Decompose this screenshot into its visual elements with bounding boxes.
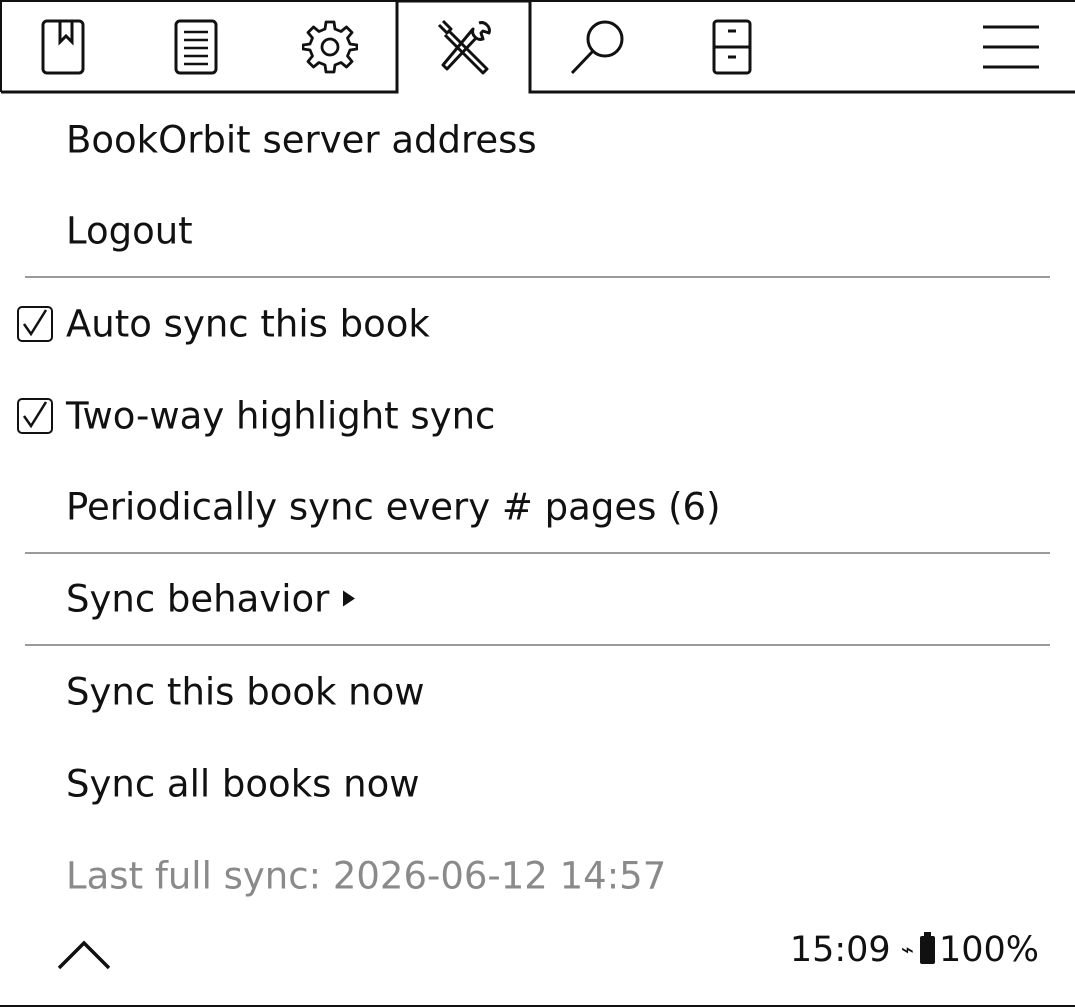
tab-tools[interactable] <box>420 0 510 94</box>
menu-item-sync-behavior[interactable]: Sync behavior <box>25 554 1050 646</box>
submenu-arrow-icon <box>343 590 356 606</box>
tab-bookmark[interactable] <box>20 0 106 94</box>
footer-bar: 15:09 ⌁ 100% <box>0 912 1075 1007</box>
menu-item-label: Sync this book now <box>66 670 425 714</box>
file-cabinet-icon <box>712 19 752 75</box>
menu-item-logout[interactable]: Logout <box>25 186 1050 278</box>
menu-item-server-address[interactable]: BookOrbit server address <box>0 94 1075 186</box>
gear-icon <box>302 20 358 74</box>
menu-item-periodic-sync[interactable]: Periodically sync every # pages (6) <box>25 462 1050 554</box>
tab-toc[interactable] <box>153 0 239 94</box>
status-area: 15:09 ⌁ 100% <box>790 930 1039 970</box>
menu-item-sync-all-books-now[interactable]: Sync all books now <box>0 738 1075 830</box>
checkbox-checked-icon <box>17 306 53 342</box>
battery-icon <box>919 932 935 964</box>
menu-item-label-wrap: Sync behavior <box>66 577 356 621</box>
menu-item-last-full-sync: Last full sync: 2026-06-12 14:57 <box>0 830 1075 922</box>
menu-item-label: Sync behavior <box>66 577 330 621</box>
chevron-up-icon[interactable] <box>56 934 112 974</box>
tab-settings[interactable] <box>287 0 373 94</box>
menu-item-label: Periodically sync every # pages (6) <box>66 485 721 529</box>
menu-item-label: Sync all books now <box>66 762 420 806</box>
menu-item-auto-sync[interactable]: Auto sync this book <box>0 278 1075 370</box>
battery-level: 100% <box>938 930 1039 970</box>
last-sync-text: Last full sync: 2026-06-12 14:57 <box>66 854 667 898</box>
wifi-off-icon: ⌁ <box>900 937 914 963</box>
menu-item-sync-this-book-now[interactable]: Sync this book now <box>0 646 1075 738</box>
checkbox-checked-icon <box>17 398 53 434</box>
menu-item-two-way-highlight-sync[interactable]: Two-way highlight sync <box>0 370 1075 462</box>
menu-item-label: Two-way highlight sync <box>66 394 496 438</box>
menu-item-label: Logout <box>66 209 193 253</box>
menu-item-label: Auto sync this book <box>66 302 430 346</box>
tools-icon <box>437 19 491 75</box>
menu-item-label: BookOrbit server address <box>66 118 537 162</box>
tab-search[interactable] <box>555 0 641 94</box>
menu-list: BookOrbit server address Logout Auto syn… <box>0 94 1075 922</box>
document-list-icon <box>174 19 218 75</box>
tab-bar <box>0 0 1075 94</box>
tab-main-menu[interactable] <box>968 0 1054 94</box>
search-icon <box>570 20 624 75</box>
bookmark-icon <box>41 19 85 75</box>
tab-filemanager[interactable] <box>689 0 775 94</box>
clock-time: 15:09 <box>789 930 891 970</box>
hamburger-icon <box>983 25 1039 69</box>
